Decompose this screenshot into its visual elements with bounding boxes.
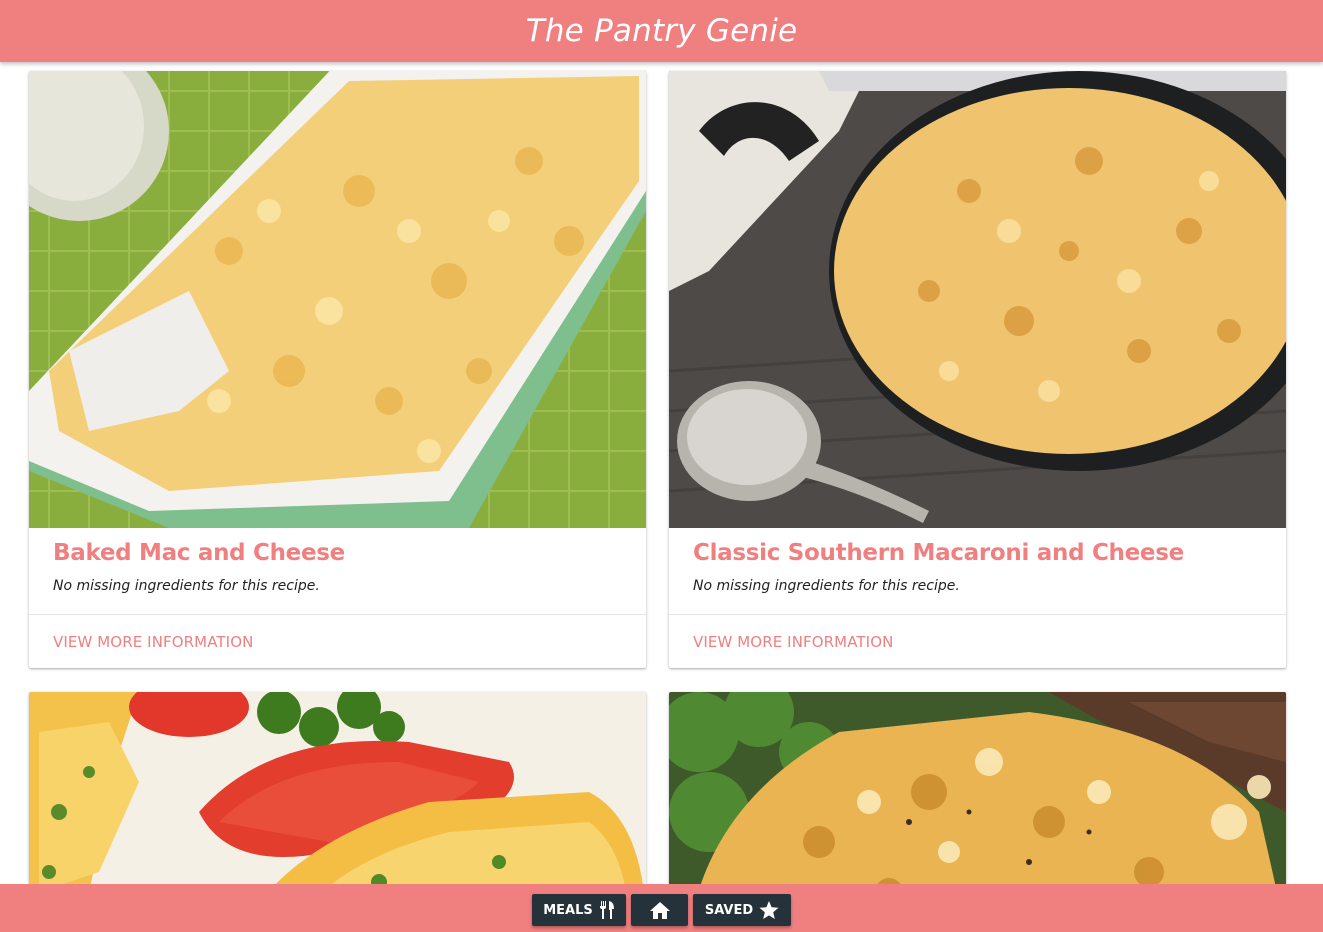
missing-ingredients-note: No missing ingredients for this recipe.	[53, 578, 320, 594]
view-more-link[interactable]: VIEW MORE INFORMATION	[53, 633, 253, 651]
view-more-link[interactable]: VIEW MORE INFORMATION	[693, 633, 893, 651]
home-icon	[649, 901, 670, 919]
card-action: VIEW MORE INFORMATION	[669, 614, 1286, 668]
meals-button[interactable]: MEALS	[532, 894, 626, 926]
saved-button[interactable]: SAVED	[693, 894, 791, 926]
recipe-card: Baked Mac and Cheese No missing ingredie…	[29, 71, 646, 668]
card-action: VIEW MORE INFORMATION	[29, 614, 646, 668]
recipe-card: Classic Southern Macaroni and Cheese No …	[669, 71, 1286, 668]
star-icon	[759, 900, 779, 920]
app-header: The Pantry Genie	[0, 0, 1323, 62]
saved-label: SAVED	[704, 902, 754, 918]
app-title: The Pantry Genie	[525, 13, 798, 49]
card-content: Baked Mac and Cheese No missing ingredie…	[29, 528, 646, 614]
meals-label: MEALS	[543, 902, 593, 918]
bottom-nav: MEALS SAVED	[0, 884, 1323, 932]
recipe-image[interactable]	[29, 71, 646, 528]
recipe-title[interactable]: Baked Mac and Cheese	[53, 540, 622, 566]
missing-ingredients-note: No missing ingredients for this recipe.	[693, 578, 960, 594]
utensils-icon	[599, 901, 615, 919]
recipe-title[interactable]: Classic Southern Macaroni and Cheese	[693, 540, 1262, 566]
home-button[interactable]	[631, 894, 688, 926]
card-content: Classic Southern Macaroni and Cheese No …	[669, 528, 1286, 614]
recipe-image[interactable]	[669, 71, 1286, 528]
